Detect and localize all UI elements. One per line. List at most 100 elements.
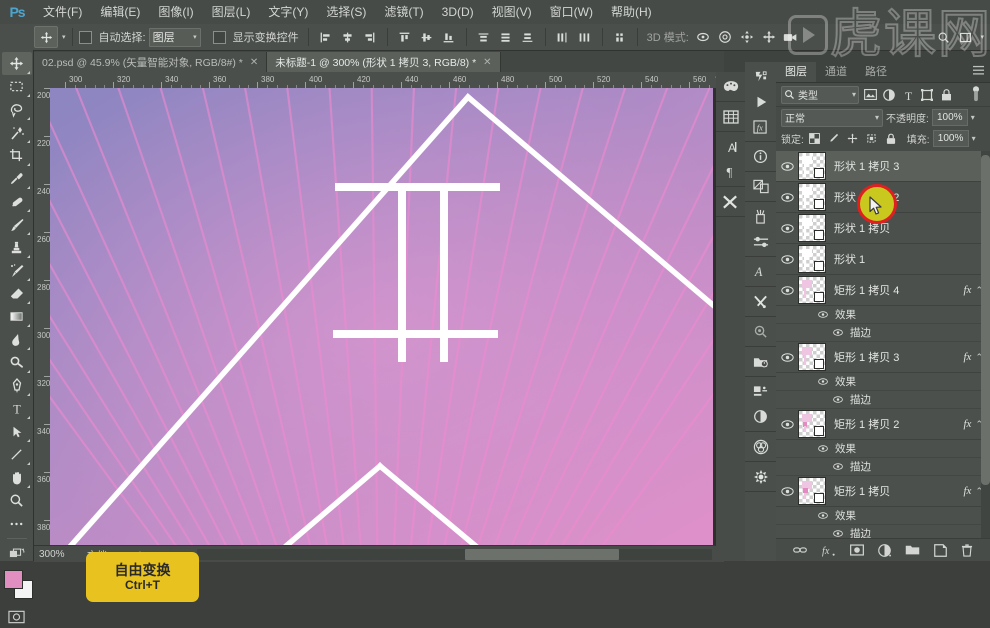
list-item[interactable]: 描边	[776, 391, 990, 409]
menu-edit[interactable]: 编辑(E)	[91, 0, 149, 24]
fill-slider-caret-icon[interactable]: ▾	[972, 134, 976, 143]
line-tool[interactable]	[2, 443, 32, 466]
canvas-area[interactable]: 300 320 340 360 380 400 420 440 460 480 …	[34, 72, 724, 602]
actions-panel-icon[interactable]	[745, 89, 776, 114]
character-panel-icon[interactable]: A	[716, 134, 745, 159]
layer-list-scrollbar-track[interactable]	[981, 151, 990, 539]
crop-tool[interactable]	[2, 144, 32, 167]
eye-icon[interactable]	[816, 311, 830, 318]
list-item[interactable]: 描边	[776, 525, 990, 539]
table-row[interactable]: 矩形 1 拷贝 2 fx ⌃	[776, 409, 990, 440]
eye-icon[interactable]	[776, 409, 798, 439]
distribute-horizontal-centers-icon[interactable]	[574, 27, 596, 47]
quick-mask-icon[interactable]	[2, 605, 32, 628]
table-row[interactable]: 矩形 1 拷贝 4 fx ⌃	[776, 275, 990, 306]
3d-panel-icon[interactable]	[745, 319, 776, 344]
show-transform-controls-checkbox[interactable]	[212, 30, 226, 44]
lock-transparent-pixels-icon[interactable]	[807, 131, 823, 147]
align-vertical-centers-icon[interactable]	[416, 27, 438, 47]
roll-3d-object-icon[interactable]	[714, 27, 736, 47]
filter-toggle-switch[interactable]	[968, 86, 984, 103]
zoom-tool[interactable]	[2, 489, 32, 512]
eye-icon[interactable]	[776, 213, 798, 243]
eye-icon[interactable]	[776, 151, 798, 181]
layer-thumbnail[interactable]	[798, 152, 826, 180]
quick-selection-tool[interactable]	[2, 121, 32, 144]
eye-icon[interactable]	[831, 463, 845, 470]
brush-panel-icon[interactable]	[745, 204, 776, 229]
layer-effects-icon[interactable]: fx	[964, 418, 976, 430]
layer-thumbnail[interactable]	[798, 245, 826, 273]
align-distribute-options-icon[interactable]	[609, 27, 631, 47]
info-panel-icon[interactable]	[745, 144, 776, 169]
eye-icon[interactable]	[776, 244, 798, 274]
table-row[interactable]: 矩形 1 拷贝 3 fx ⌃	[776, 342, 990, 373]
properties-panel-icon[interactable]	[745, 379, 776, 404]
horizontal-scrollbar-track[interactable]	[196, 548, 712, 560]
tools-panel-icon[interactable]	[716, 189, 745, 214]
layer-effects-icon[interactable]: fx	[964, 485, 976, 497]
auto-select-scope-dropdown[interactable]: 图层 ▾	[148, 27, 201, 47]
menu-layer[interactable]: 图层(L)	[203, 0, 260, 24]
rotate-3d-object-icon[interactable]	[692, 27, 714, 47]
table-row[interactable]: 形状 1	[776, 244, 990, 275]
layer-thumbnail[interactable]	[798, 410, 826, 438]
eye-icon[interactable]	[776, 182, 798, 212]
eye-icon[interactable]	[816, 445, 830, 452]
lock-artboard-nesting-icon[interactable]	[864, 131, 880, 147]
swatches-panel-icon[interactable]	[745, 464, 776, 489]
menu-filter[interactable]: 滤镜(T)	[375, 0, 432, 24]
align-horizontal-centers-icon[interactable]	[337, 27, 359, 47]
align-top-edges-icon[interactable]	[394, 27, 416, 47]
filter-type-icon[interactable]: T	[900, 87, 916, 103]
grid-panel-icon[interactable]	[716, 104, 745, 129]
marquee-tool[interactable]	[2, 75, 32, 98]
eraser-tool[interactable]	[2, 282, 32, 305]
color-panel-icon[interactable]	[716, 74, 745, 99]
menu-3d[interactable]: 3D(D)	[433, 0, 483, 24]
menu-view[interactable]: 视图(V)	[483, 0, 541, 24]
opacity-value[interactable]: 100%	[931, 109, 968, 126]
foreground-background-color[interactable]	[2, 569, 33, 599]
tool-preset-caret-icon[interactable]: ▾	[62, 33, 66, 41]
document-tab-2[interactable]: 未标题-1 @ 300% (形状 1 拷贝 3, RGB/8) * ✕	[267, 52, 501, 72]
align-bottom-edges-icon[interactable]	[438, 27, 460, 47]
layer-thumbnail[interactable]	[798, 477, 826, 505]
tab-layers[interactable]: 图层	[776, 62, 816, 82]
eye-icon[interactable]	[776, 275, 798, 305]
adjustment-layer-icon[interactable]	[878, 543, 891, 557]
dodge-tool[interactable]	[2, 351, 32, 374]
align-right-edges-icon[interactable]	[359, 27, 381, 47]
gradient-tool[interactable]	[2, 305, 32, 328]
new-group-icon[interactable]	[905, 544, 920, 556]
table-row[interactable]: 矩形 1 拷贝 fx ⌃	[776, 476, 990, 507]
fill-value[interactable]: 100%	[932, 130, 969, 147]
close-icon[interactable]: ✕	[483, 57, 491, 68]
move-tool-icon[interactable]	[34, 26, 58, 48]
pen-tool[interactable]	[2, 374, 32, 397]
menu-file[interactable]: 文件(F)	[34, 0, 91, 24]
eye-icon[interactable]	[776, 476, 798, 506]
horizontal-scrollbar-thumb[interactable]	[464, 548, 619, 560]
hand-tool[interactable]	[2, 466, 32, 489]
scripts-panel-icon[interactable]: fx	[745, 114, 776, 139]
zoom-level[interactable]: 300%	[39, 549, 87, 560]
list-item[interactable]: 描边	[776, 458, 990, 476]
link-layers-icon[interactable]	[793, 545, 807, 555]
adjust-tools-icon[interactable]	[745, 289, 776, 314]
distribute-top-icon[interactable]	[473, 27, 495, 47]
blend-mode-dropdown[interactable]: 正常 ▾	[781, 108, 883, 127]
eye-icon[interactable]	[831, 530, 845, 537]
layer-list-scrollbar-thumb[interactable]	[981, 155, 990, 485]
artwork-canvas[interactable]	[50, 88, 713, 545]
layer-effects-icon[interactable]: fx	[964, 284, 976, 296]
workspace-switcher-icon[interactable]	[954, 27, 976, 47]
distribute-left-icon[interactable]	[552, 27, 574, 47]
search-icon[interactable]	[932, 27, 954, 47]
brush-tool[interactable]	[2, 213, 32, 236]
distribute-bottom-icon[interactable]	[517, 27, 539, 47]
path-selection-tool[interactable]	[2, 420, 32, 443]
eye-icon[interactable]	[816, 378, 830, 385]
layer-thumbnail[interactable]	[798, 183, 826, 211]
close-icon[interactable]: ✕	[250, 57, 258, 68]
